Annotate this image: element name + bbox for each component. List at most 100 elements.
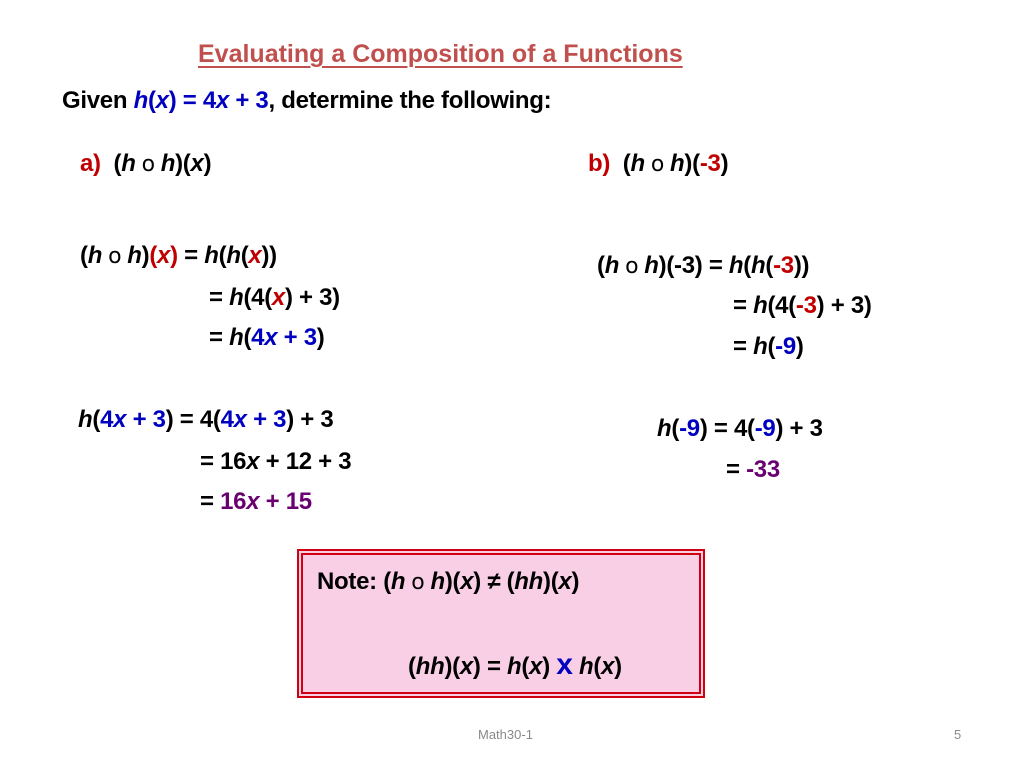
part-a-line-5: = 16x + 12 + 3 xyxy=(200,448,352,476)
var-x: x xyxy=(601,653,615,680)
given-suffix: , determine the following: xyxy=(268,87,552,114)
note-line-1: Note: (h o h)(x) ≠ (hh)(x) xyxy=(317,568,580,595)
equals: = xyxy=(177,242,205,269)
equals: = xyxy=(733,292,754,319)
arg-value: (-3) xyxy=(666,252,703,279)
func-h: h xyxy=(78,406,93,433)
note-box: Note: (h o h)(x) ≠ (hh)(x) (hh)(x) = h(x) … xyxy=(301,553,701,694)
part-b-result: = -33 xyxy=(726,456,780,484)
part-b-line-4: h(-9) = 4(-9) + 3 xyxy=(657,415,823,442)
result-const: + 15 xyxy=(259,488,313,515)
given-eq: = 4 xyxy=(176,87,216,114)
equals: = 4( xyxy=(707,415,755,442)
const: + 3 xyxy=(246,406,287,433)
multiply-symbol: x xyxy=(556,648,573,681)
var-x: x xyxy=(246,488,260,515)
func-h: h xyxy=(121,150,136,177)
given-plus3: + 3 xyxy=(228,87,269,114)
part-a-line-1: (h o h)(x) = h(h(x)) xyxy=(80,242,277,269)
tail: ) + 3 xyxy=(775,415,823,442)
product-hh: hh xyxy=(415,653,445,680)
var-x: x xyxy=(529,653,543,680)
func-h: h xyxy=(670,150,685,177)
part-b-line-3: = h(-9) xyxy=(733,333,804,360)
func-h: h xyxy=(430,568,445,595)
rest: + 12 + 3 xyxy=(259,448,352,475)
product-hh: hh xyxy=(514,568,544,595)
arg-value: -3 xyxy=(773,252,794,279)
result-value: -33 xyxy=(746,456,780,483)
equals: = xyxy=(209,324,230,351)
result-coef: 16 xyxy=(220,488,247,515)
var-x: x xyxy=(233,406,247,433)
coef: 4 xyxy=(220,406,234,433)
given-prefix: Given xyxy=(62,87,134,114)
arg-value: -9 xyxy=(775,333,796,360)
equals: = 16 xyxy=(200,448,247,475)
coef: 4 xyxy=(251,324,265,351)
arg-value: -9 xyxy=(754,415,776,442)
note-label: Note: xyxy=(317,568,384,595)
var-x: x xyxy=(157,242,171,269)
arg-value: -3 xyxy=(699,150,721,177)
footer-course-label: Math30-1 xyxy=(478,727,533,742)
slide-page-number: 5 xyxy=(954,727,962,742)
const: + 3 xyxy=(277,324,317,351)
part-a-line-2: = h(4(x) + 3) xyxy=(209,284,340,311)
part-a-label: a) xyxy=(80,150,101,177)
composition-symbol: o xyxy=(141,152,155,177)
func-h: h xyxy=(657,415,672,442)
var-x: x xyxy=(246,448,260,475)
part-b-question: b) (h o h)(-3) xyxy=(588,150,729,177)
equals: = xyxy=(209,284,230,311)
func-h: h xyxy=(127,242,142,269)
func-h: h xyxy=(390,568,406,595)
var-x: x xyxy=(215,87,229,114)
func-h: h xyxy=(507,653,522,680)
func-h: h xyxy=(579,653,594,680)
rest: ) + 3) xyxy=(284,284,340,311)
func-h: h xyxy=(229,284,244,311)
tail: ) + 3 xyxy=(286,406,334,433)
func-h: h xyxy=(753,333,768,360)
var-x: x xyxy=(264,324,278,351)
part-a-result: = 16x + 15 xyxy=(200,488,312,516)
note-line-2: (hh)(x) = h(x) x h(x) xyxy=(408,648,622,681)
part-a-line-4: h(4x + 3) = 4(4x + 3) + 3 xyxy=(78,406,334,433)
part-a-question: a) (h o h)(x) xyxy=(80,150,212,177)
slide-title: Evaluating a Composition of a Functions xyxy=(198,40,683,68)
not-equal-symbol: ≠ xyxy=(480,568,507,595)
coef: 4 xyxy=(100,406,114,433)
func-h: h xyxy=(750,252,766,279)
arg-value: -9 xyxy=(679,415,700,442)
var-x: x xyxy=(460,568,474,595)
var-x: x xyxy=(459,653,473,680)
var-x: x xyxy=(248,242,262,269)
arg-value: -3 xyxy=(795,292,817,319)
equals: = xyxy=(200,488,221,515)
part-b-label: b) xyxy=(588,150,611,177)
equals: = xyxy=(480,653,508,680)
part-b-line-1: (h o h)(-3) = h(h(-3)) xyxy=(597,252,810,279)
func-h: h xyxy=(133,87,149,114)
rest: ) + 3) xyxy=(816,292,872,319)
coef: 4( xyxy=(251,284,272,311)
func-h: h xyxy=(160,150,176,177)
part-b-line-2: = h(4(-3) + 3) xyxy=(733,292,872,319)
equals: = xyxy=(702,252,729,279)
equals: = xyxy=(726,456,747,483)
equals: = xyxy=(733,333,754,360)
func-h: h xyxy=(630,150,646,177)
func-h: h xyxy=(604,252,620,279)
composition-symbol: o xyxy=(411,570,425,595)
composition-symbol: o xyxy=(650,152,665,177)
func-h: h xyxy=(229,324,244,351)
func-h: h xyxy=(644,252,659,279)
func-h: h xyxy=(728,252,744,279)
var-x: x xyxy=(190,150,204,177)
var-x: x xyxy=(155,87,169,114)
var-x: x xyxy=(558,568,572,595)
coef: 4( xyxy=(775,292,796,319)
func-h: h xyxy=(204,242,219,269)
equals: = 4( xyxy=(173,406,221,433)
